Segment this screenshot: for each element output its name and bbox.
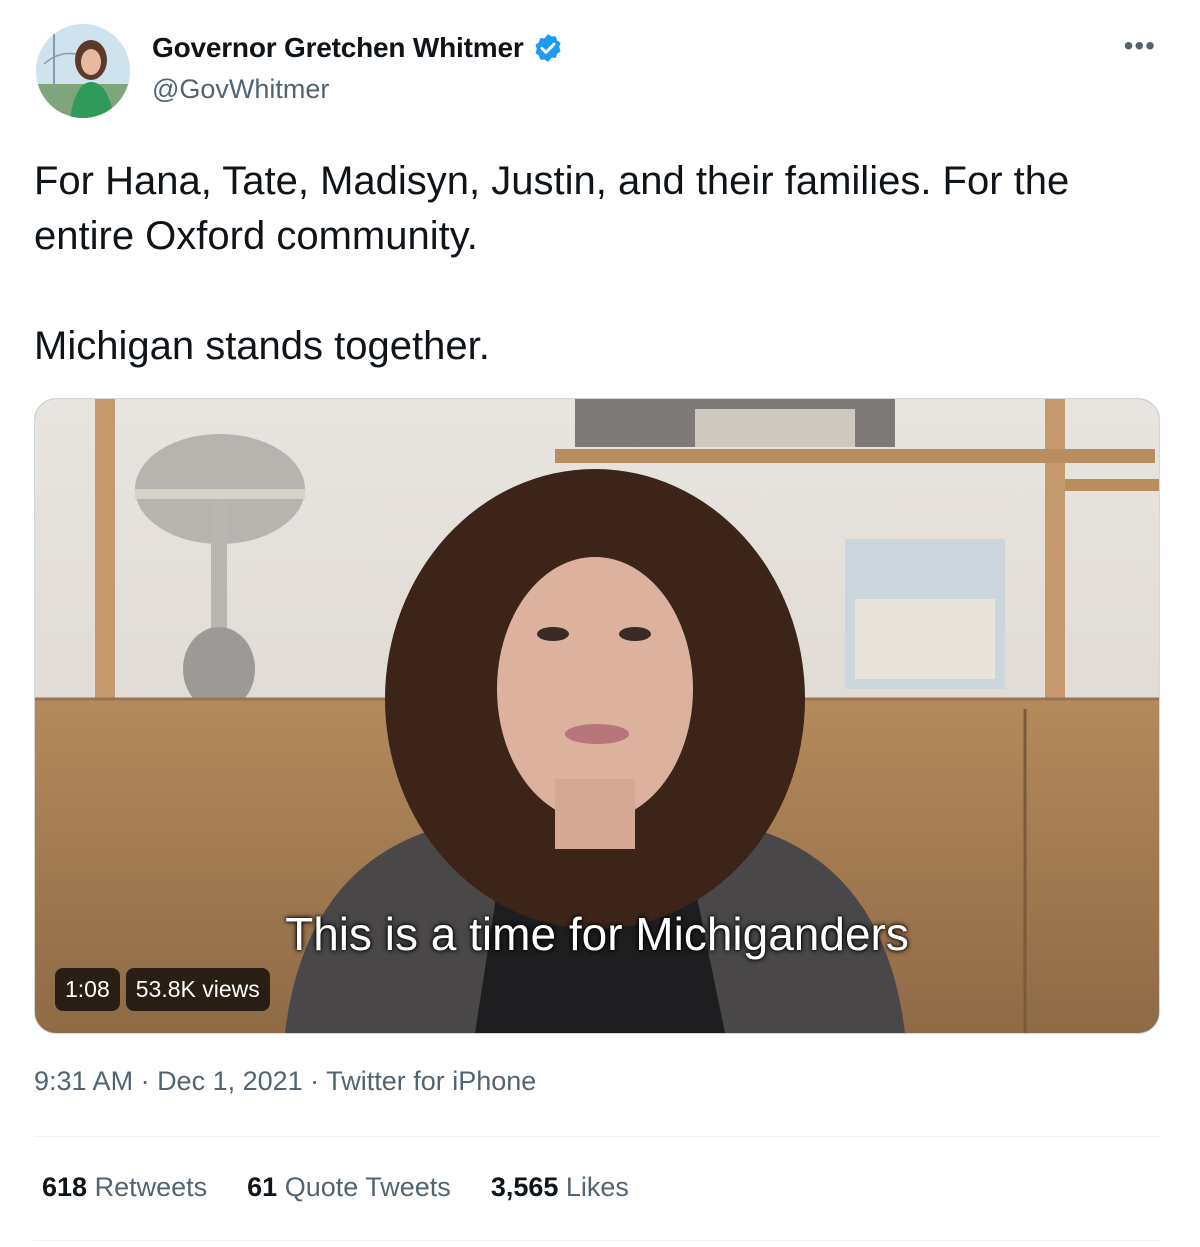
- user-handle[interactable]: @GovWhitmer: [152, 74, 329, 105]
- more-options-icon[interactable]: •••: [1124, 30, 1156, 62]
- meta-separator: ·: [133, 1066, 158, 1096]
- quote-tweets-label: Quote Tweets: [284, 1172, 451, 1202]
- display-name-text: Governor Gretchen Whitmer: [152, 32, 524, 63]
- likes-label: Likes: [565, 1172, 629, 1202]
- quote-tweets-count: 61: [247, 1172, 278, 1202]
- tweet-date[interactable]: Dec 1, 2021: [157, 1066, 303, 1096]
- meta-separator: ·: [302, 1066, 327, 1096]
- retweets-label: Retweets: [94, 1172, 208, 1202]
- verified-badge-icon: [534, 34, 561, 62]
- avatar[interactable]: [36, 24, 130, 118]
- quote-tweets-stat[interactable]: 61 Quote Tweets: [247, 1172, 451, 1203]
- avatar-image: [36, 24, 130, 118]
- tweet-time[interactable]: 9:31 AM: [34, 1066, 133, 1096]
- retweets-count: 618: [42, 1172, 88, 1202]
- tweet-source[interactable]: Twitter for iPhone: [326, 1066, 536, 1096]
- video-caption: This is a time for Michiganders: [285, 908, 909, 960]
- tweet-paragraph: Michigan stands together.: [34, 324, 490, 368]
- video-views-badge: 53.8K views: [125, 968, 270, 1011]
- divider: [34, 1240, 1160, 1241]
- divider: [34, 1136, 1160, 1137]
- likes-count: 3,565: [490, 1172, 559, 1202]
- tweet-stats: 618 Retweets 61 Quote Tweets 3,565 Likes: [42, 1172, 629, 1203]
- tweet-text: For Hana, Tate, Madisyn, Justin, and the…: [34, 154, 1174, 374]
- likes-stat[interactable]: 3,565 Likes: [491, 1172, 629, 1203]
- display-name[interactable]: Governor Gretchen Whitmer: [152, 32, 564, 64]
- video-badges: 1:08 53.8K views: [55, 968, 270, 1011]
- retweets-stat[interactable]: 618 Retweets: [42, 1172, 207, 1203]
- tweet-meta: 9:31 AM · Dec 1, 2021 · Twitter for iPho…: [34, 1066, 536, 1097]
- video-duration-badge: 1:08: [55, 968, 120, 1011]
- video-player[interactable]: This is a time for Michiganders 1:08 53.…: [34, 398, 1160, 1034]
- tweet-paragraph: For Hana, Tate, Madisyn, Justin, and the…: [34, 159, 1070, 258]
